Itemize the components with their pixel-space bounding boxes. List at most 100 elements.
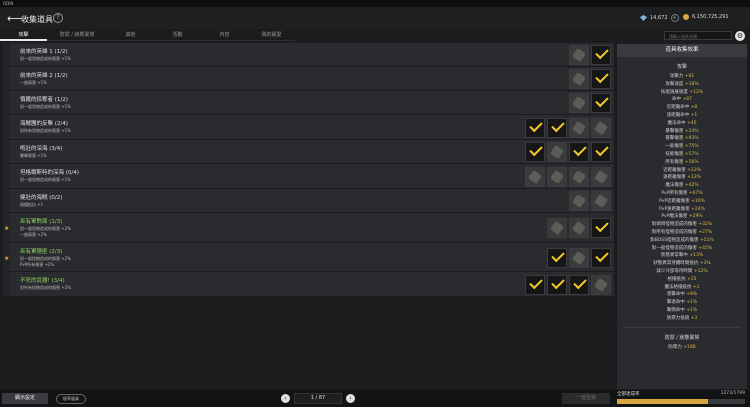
collection-name: 慎餓的掠奪者 (1/2)	[20, 97, 68, 103]
registered-check-icon[interactable]	[591, 93, 611, 113]
registered-check-icon[interactable]	[591, 45, 611, 65]
item-slot-icon[interactable]	[547, 218, 567, 238]
gear-icon[interactable]: ⚙	[735, 31, 745, 41]
item-slots	[569, 69, 611, 89]
stat-label: 對頭目怪物造成的傷害	[651, 222, 697, 228]
collection-name: 前來的英雄 2 (1/2)	[20, 73, 68, 79]
defense-section-title: 防禦 / 狀態異常	[664, 334, 700, 341]
item-slot-icon[interactable]	[591, 191, 611, 211]
registered-check-icon[interactable]	[591, 247, 611, 268]
stat-line: PvP魔法傷害 +29%	[617, 213, 747, 221]
item-slot-icon[interactable]	[547, 166, 567, 187]
registered-check-icon[interactable]	[547, 274, 567, 295]
stat-value: +40	[686, 120, 697, 126]
stat-value: +81	[684, 74, 695, 79]
collection-effect: 對一般怪物造成的傷害 +1%	[20, 56, 71, 61]
tab-favorites[interactable]: 我的最愛	[248, 29, 295, 41]
search-input[interactable]: 請輸入道具名稱	[664, 31, 732, 40]
collection-row[interactable]: 不死的武器! (3/4) 對所有怪物造成的傷害 +2%	[3, 272, 614, 297]
prev-page-icon[interactable]: ‹	[281, 394, 290, 403]
item-slot-icon[interactable]	[591, 117, 611, 138]
collection-row[interactable]: 坦格爾斯特的深海 (0/4) 對一般怪物造成的傷害 +1%	[3, 164, 614, 189]
collection-row[interactable]: 慎餓的掠奪者 (1/2) 對一般怪物造成的傷害 +1%	[3, 91, 614, 115]
item-slot-icon[interactable]	[569, 45, 589, 65]
stat-line: PvP近距離傷害 +10%	[617, 198, 747, 206]
item-slot-icon[interactable]	[569, 191, 589, 211]
register-all-button[interactable]: 一鍵登錄	[562, 393, 610, 404]
item-slot-icon[interactable]	[569, 93, 589, 113]
row-accent	[3, 189, 10, 212]
tab-defense[interactable]: 防禦 / 狀態異常	[47, 29, 107, 41]
collection-name: 健壯的海賊 (0/2)	[20, 195, 63, 201]
display-settings-button[interactable]: 顯示設定	[2, 393, 48, 404]
item-slot-icon[interactable]	[569, 218, 589, 238]
next-page-icon[interactable]: ›	[346, 394, 355, 403]
item-slot-icon[interactable]	[547, 142, 567, 162]
stat-label: 魔法傷害	[665, 183, 684, 189]
collection-effect: 暴擊傷害 +1%	[20, 153, 47, 158]
item-slots	[525, 117, 611, 138]
registered-check-icon[interactable]	[569, 274, 589, 295]
tab-other[interactable]: 其他	[107, 29, 154, 41]
item-slots	[547, 247, 611, 268]
stat-line: 技能施展速度 +12%	[617, 89, 747, 97]
completion-bar	[617, 399, 745, 404]
rare-items-toggle[interactable]: 極率道具	[56, 394, 86, 404]
stat-value: +9%	[686, 292, 698, 298]
item-slot-icon[interactable]	[591, 274, 611, 295]
gold-amount: 6,150,725,291	[692, 14, 729, 20]
tab-attack[interactable]: 攻擊	[0, 29, 47, 41]
stat-value: +32%	[698, 222, 713, 228]
collection-name: 咆壯的深海 (3/4)	[20, 146, 63, 152]
stat-label: 命中	[672, 97, 682, 103]
stat-line: 對頭目怪物造成的傷害 +32%	[617, 221, 747, 229]
row-accent	[3, 140, 10, 163]
window-titlebar: ODIN – □ ×	[0, 0, 750, 7]
collection-row[interactable]: 前來的英雄 2 (1/2) 一般傷害 +1%	[3, 67, 614, 91]
item-slot-icon[interactable]	[569, 166, 589, 187]
registered-check-icon[interactable]	[591, 218, 611, 238]
tab-event[interactable]: 活動	[154, 29, 201, 41]
stat-value: +8	[690, 105, 698, 111]
stat-label: 技能施展速度	[660, 89, 688, 95]
star-icon: ★	[4, 225, 10, 232]
registered-check-icon[interactable]	[569, 142, 589, 162]
stat-line: 命中 +87	[617, 96, 747, 104]
category-tabs: 攻擊 防禦 / 狀態異常 其他 活動 內容 我的最愛	[0, 29, 612, 41]
stat-label: PvP魔法傷害	[661, 214, 688, 220]
collection-row[interactable]: 健壯的海賊 (0/2) 格擋抵抗 +1	[3, 189, 614, 213]
collection-row[interactable]: 前來的英雄 1 (1/2) 對一般怪物造成的傷害 +1%	[3, 43, 614, 67]
help-icon[interactable]: ?	[53, 13, 63, 23]
collection-row[interactable]: ★ 巫有軍隱匿 (2/3) 對一般怪物造成的傷害 +2% PvP所有傷害 +2%	[3, 243, 614, 272]
collection-row[interactable]: ★ 巫有軍對面 (1/3) 對一般怪物造成的傷害 +2% 一般傷害 +2%	[3, 213, 614, 243]
registered-check-icon[interactable]	[547, 247, 567, 268]
item-slot-icon[interactable]	[569, 69, 589, 89]
tab-content[interactable]: 內容	[201, 29, 248, 41]
page-indicator: 1 / 87	[294, 393, 342, 404]
stat-line: 魔法格擋抵抗 +1	[617, 284, 747, 292]
item-slots	[525, 274, 611, 295]
stat-label: 防禦力	[668, 344, 682, 350]
registered-check-icon[interactable]	[547, 117, 567, 138]
collection-row[interactable]: 海賊團的反擊 (2/4) 對所有怪物造成的傷害 +1%	[3, 115, 614, 140]
registered-check-icon[interactable]	[591, 142, 611, 162]
stat-label: 狀態異常持續時間抵抗	[653, 261, 699, 267]
registered-check-icon[interactable]	[525, 274, 545, 295]
stat-line: 近距離命中 +8	[617, 104, 747, 112]
item-slot-icon[interactable]	[525, 166, 545, 187]
attack-section-title: 攻擊	[676, 64, 687, 70]
stat-value: +13%	[687, 167, 701, 173]
item-slot-icon[interactable]	[569, 247, 589, 268]
stat-value: +45%	[698, 245, 713, 251]
item-slot-icon[interactable]	[569, 117, 589, 138]
item-slot-icon[interactable]	[591, 166, 611, 187]
stat-value: +1%	[686, 300, 698, 306]
stat-line: 遠距離命中 +1	[617, 112, 747, 120]
collection-row[interactable]: 咆壯的深海 (3/4) 暴擊傷害 +1%	[3, 140, 614, 164]
stat-value: +24%	[684, 128, 699, 134]
registered-check-icon[interactable]	[525, 142, 545, 162]
registered-check-icon[interactable]	[525, 117, 545, 138]
row-accent	[3, 43, 10, 66]
add-gem-icon[interactable]: +	[670, 14, 679, 22]
registered-check-icon[interactable]	[591, 69, 611, 89]
